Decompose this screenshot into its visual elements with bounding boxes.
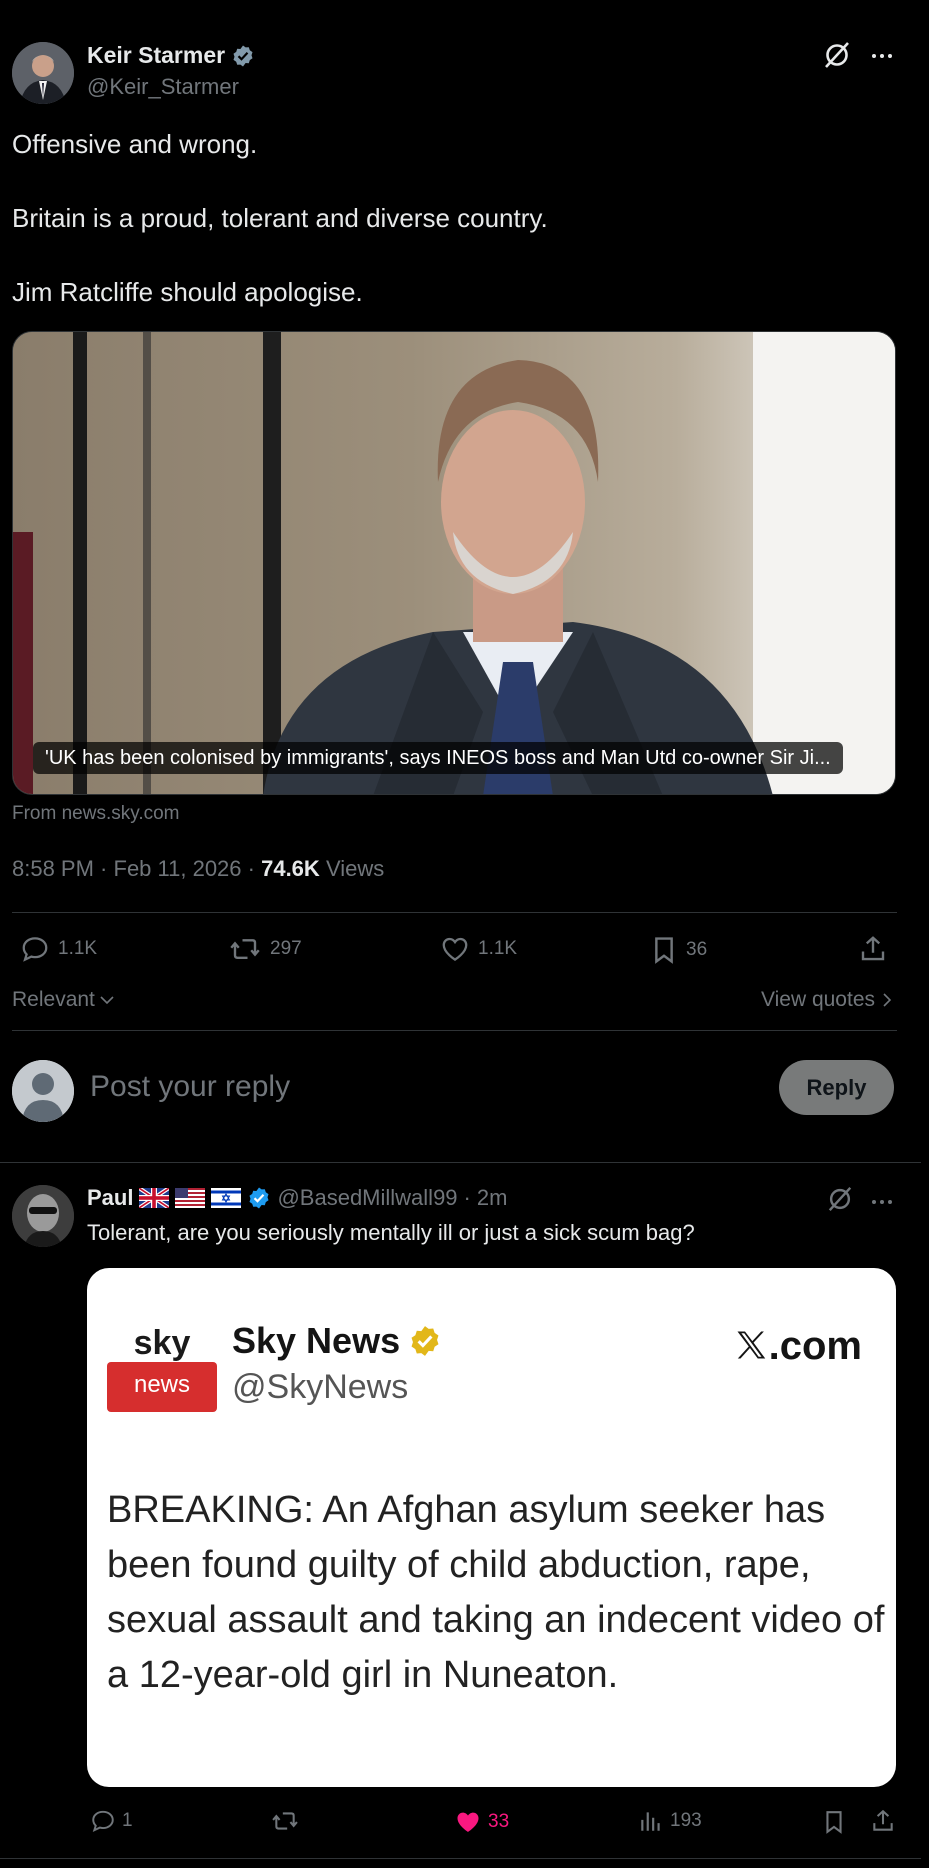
reply-views-count: 193 <box>670 1810 702 1831</box>
share-icon <box>873 1809 893 1831</box>
tweet-text: Offensive and wrong. Britain is a proud,… <box>12 126 892 348</box>
user-avatar[interactable] <box>12 1060 74 1122</box>
like-count: 1.1K <box>478 938 518 959</box>
divider <box>12 912 897 913</box>
reply-like-button[interactable]: 33 <box>454 1808 509 1836</box>
repost-button[interactable]: 297 <box>228 934 302 964</box>
logo-top-text: sky <box>134 1324 191 1362</box>
reply-input[interactable]: Post your reply <box>90 1070 290 1104</box>
x-brand-text: .com <box>768 1324 862 1368</box>
card-image <box>13 332 895 794</box>
more-icon[interactable] <box>870 1190 894 1214</box>
reply-button[interactable]: 1.1K <box>20 934 97 964</box>
reply-icon <box>22 937 48 962</box>
separator-dot: · <box>463 1185 471 1210</box>
tweet-line: Britain is a proud, tolerant and diverse… <box>12 203 548 233</box>
like-icon <box>442 937 468 961</box>
sort-dropdown[interactable]: Relevant <box>12 988 115 1012</box>
reply-header: Paul @BasedMillwall99 · 2m <box>87 1185 507 1211</box>
reply-repost-button[interactable] <box>270 1808 300 1834</box>
sky-account-handle: @SkyNews <box>232 1368 409 1406</box>
tweet-line: Jim Ratcliffe should apologise. <box>12 277 363 307</box>
post-date[interactable]: Feb 11, 2026 <box>114 856 242 881</box>
bookmark-icon <box>655 937 673 964</box>
timestamp[interactable]: 8:58 PM · Feb 11, 2026 · 74.6K Views <box>12 856 384 882</box>
repost-count: 297 <box>270 938 302 959</box>
views-count: 74.6K <box>261 856 320 881</box>
grok-icon[interactable] <box>826 1185 854 1213</box>
reply-author-avatar[interactable] <box>12 1185 74 1247</box>
reply-bookmark-button[interactable] <box>822 1808 846 1836</box>
divider <box>0 1858 921 1859</box>
author-name-row[interactable]: Keir Starmer <box>87 42 255 69</box>
sky-account-name-text: Sky News <box>232 1320 401 1361</box>
more-icon[interactable] <box>870 44 894 68</box>
sort-label: Relevant <box>12 988 95 1011</box>
share-icon <box>861 936 885 961</box>
tweet-line: Offensive and wrong. <box>12 129 258 159</box>
divider <box>12 1030 897 1031</box>
views-label: Views <box>325 856 385 881</box>
verified-gold-icon <box>408 1324 442 1358</box>
sky-account-name: Sky News <box>232 1320 442 1362</box>
sky-news-logo: sky news <box>107 1320 217 1412</box>
card-source[interactable]: From news.sky.com <box>12 803 180 825</box>
chevron-right-icon <box>883 993 892 1007</box>
us-flag-icon <box>175 1188 206 1208</box>
verified-badge-icon <box>247 1186 271 1210</box>
bookmark-button[interactable]: 36 <box>650 934 707 966</box>
logo-bottom-text: news <box>134 1371 190 1398</box>
attached-image[interactable]: sky news Sky News @SkyNews .com BREAKING… <box>87 1268 896 1787</box>
view-quotes-label: View quotes <box>760 988 875 1011</box>
reply-reply-count: 1 <box>122 1810 133 1831</box>
card-caption: 'UK has been colonised by immigrants', s… <box>33 742 843 774</box>
link-card[interactable]: 'UK has been colonised by immigrants', s… <box>12 331 896 795</box>
reply-count: 1.1K <box>58 938 98 959</box>
verified-badge-icon <box>231 44 255 68</box>
repost-icon <box>230 939 260 959</box>
like-filled-icon <box>457 1812 479 1832</box>
reply-time[interactable]: 2m <box>477 1185 508 1211</box>
reply-views-button[interactable]: 193 <box>638 1808 702 1834</box>
israel-flag-icon <box>211 1188 242 1208</box>
reply-like-count: 33 <box>488 1811 510 1832</box>
x-logo-icon <box>733 1327 769 1363</box>
grok-icon[interactable] <box>822 40 852 70</box>
repost-icon <box>272 1812 298 1830</box>
reply-submit-button[interactable]: Reply <box>779 1060 894 1115</box>
like-button[interactable]: 1.1K <box>440 934 517 964</box>
bookmark-icon <box>826 1811 842 1834</box>
author-name[interactable]: Keir Starmer <box>87 42 225 69</box>
post-time[interactable]: 8:58 PM <box>12 856 94 881</box>
bookmark-count: 36 <box>686 939 708 960</box>
reply-author-name[interactable]: Paul <box>87 1185 133 1211</box>
reply-icon <box>92 1810 114 1833</box>
view-quotes-link[interactable]: View quotes <box>761 988 893 1012</box>
views-icon <box>641 1812 660 1831</box>
uk-flag-icon <box>139 1188 170 1208</box>
share-button[interactable] <box>858 934 888 964</box>
reply-reply-button[interactable]: 1 <box>90 1808 133 1834</box>
chevron-down-icon <box>100 996 114 1005</box>
sky-headline: BREAKING: An Afghan asylum seeker has be… <box>107 1489 885 1696</box>
author-handle[interactable]: @Keir_Starmer <box>87 74 239 100</box>
reply-text: Tolerant, are you seriously mentally ill… <box>87 1220 695 1245</box>
divider <box>0 1162 921 1163</box>
x-brand: .com <box>733 1324 862 1369</box>
author-avatar[interactable] <box>12 42 74 104</box>
reply-share-button[interactable] <box>870 1808 896 1834</box>
reply-author-handle[interactable]: @BasedMillwall99 <box>277 1185 457 1211</box>
